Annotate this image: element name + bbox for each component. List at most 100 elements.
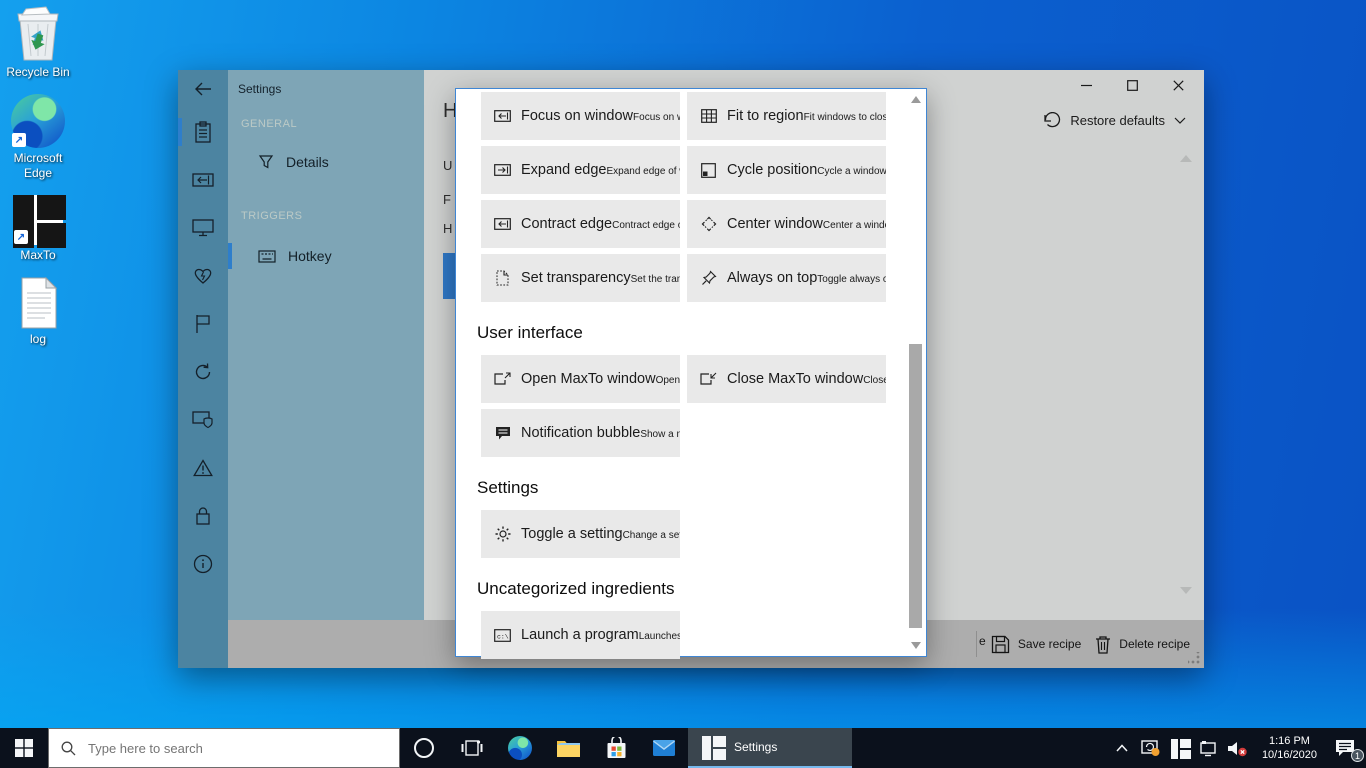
ingredient-close-maxto-window[interactable]: Close MaxTo windowClose a MaxTo window. — [687, 355, 886, 403]
ingredient-title: Center window — [727, 216, 823, 232]
hidden-icons-chevron[interactable] — [1111, 728, 1133, 768]
text-file-icon — [16, 277, 60, 329]
rail-item-health[interactable] — [178, 252, 228, 300]
open-window-icon — [494, 371, 511, 388]
action-center-button[interactable]: 1 — [1330, 728, 1360, 768]
flag-icon — [194, 314, 212, 334]
ingredient-title: Fit to region — [727, 108, 804, 124]
warning-icon — [193, 459, 213, 477]
volume-muted-icon[interactable] — [1227, 728, 1249, 768]
back-button[interactable] — [178, 70, 228, 108]
network-icon[interactable] — [1198, 728, 1220, 768]
scroll-down-arrow[interactable] — [911, 642, 921, 649]
maxto-tray-icon[interactable] — [1169, 728, 1191, 768]
ingredient-expand-edge[interactable]: Expand edgeExpand edge of window — [481, 146, 680, 194]
lock-icon — [195, 506, 211, 526]
svg-text:c:\: c:\ — [497, 633, 509, 640]
grid-icon — [700, 108, 717, 125]
taskbar-task-settings[interactable]: Settings — [688, 728, 852, 768]
ingredient-toggle-a-setting[interactable]: Toggle a settingChange a setting. — [481, 510, 680, 558]
ingredient-title: Cycle position — [727, 162, 817, 178]
search-icon — [61, 741, 76, 756]
ingredient-always-on-top[interactable]: Always on topToggle always on top for a … — [687, 254, 886, 302]
nav-item-hotkey[interactable]: Hotkey — [228, 236, 424, 276]
rail-item-updates[interactable] — [178, 348, 228, 396]
ingredient-focus-on-window[interactable]: Focus on windowFocus on window — [481, 92, 680, 140]
taskbar-search[interactable] — [48, 728, 400, 768]
dialog-scrollbar[interactable] — [908, 90, 925, 655]
ingredient-subtitle: Set the transparency of a window. — [631, 274, 680, 285]
rail-item-flags[interactable] — [178, 300, 228, 348]
shortcut-arrow-icon: ↗ — [12, 133, 26, 147]
desktop-icon-log[interactable]: log — [0, 277, 76, 347]
minimize-button[interactable] — [1063, 70, 1109, 100]
pin-icon — [700, 270, 717, 287]
start-button[interactable] — [0, 728, 48, 768]
desktop-icon-maxto[interactable]: ↗ MaxTo — [0, 195, 76, 263]
update-status-icon[interactable] — [1140, 728, 1162, 768]
system-tray: 1:16 PM 10/16/2020 1 — [1111, 728, 1366, 768]
shortcut-arrow-icon: ↗ — [14, 230, 28, 244]
edge-taskbar-button[interactable] — [496, 728, 544, 768]
delete-recipe-button[interactable]: Delete recipe — [1095, 635, 1190, 654]
selected-indicator — [228, 243, 232, 269]
mail-button[interactable] — [640, 728, 688, 768]
ingredient-contract-edge[interactable]: Contract edgeContract edge of window — [481, 200, 680, 248]
edge-icon — [508, 736, 532, 760]
nav-item-details[interactable]: Details — [228, 142, 424, 182]
statusbar-divider — [976, 631, 977, 657]
task-view-icon — [461, 739, 483, 757]
ingredient-subtitle: Open a MaxTo window. — [656, 375, 680, 386]
store-icon — [606, 737, 627, 759]
cortana-button[interactable] — [400, 728, 448, 768]
resize-grip[interactable] — [1188, 652, 1200, 664]
microsoft-store-button[interactable] — [592, 728, 640, 768]
ingredient-open-maxto-window[interactable]: Open MaxTo windowOpen a MaxTo window. — [481, 355, 680, 403]
scroll-up-arrow[interactable] — [911, 96, 921, 103]
scrollbar-thumb[interactable] — [909, 344, 922, 628]
file-explorer-button[interactable] — [544, 728, 592, 768]
rail-item-privacy[interactable] — [178, 396, 228, 444]
rail-item-monitors[interactable] — [178, 204, 228, 252]
ingredient-title: Expand edge — [521, 162, 606, 178]
maximize-button[interactable] — [1109, 70, 1155, 100]
desktop-icon-recycle-bin[interactable]: Recycle Bin — [0, 6, 76, 80]
mail-icon — [652, 739, 676, 757]
search-input[interactable] — [88, 741, 348, 756]
rail-item-windows[interactable] — [178, 156, 228, 204]
save-icon — [991, 635, 1010, 654]
restore-defaults-button[interactable]: Restore defaults — [1042, 112, 1186, 129]
desktop-icon-edge[interactable]: ↗ Microsoft Edge — [0, 94, 76, 181]
rail-item-recipes[interactable] — [178, 108, 228, 156]
ingredient-launch-a-program[interactable]: c:\ Launch a programLaunches a program — [481, 611, 680, 659]
ingredient-notification-bubble[interactable]: Notification bubbleShow a notification b… — [481, 409, 680, 457]
nav-panel-title: Settings — [238, 82, 281, 96]
nav-panel: Settings GENERAL Details TRIGGERS Hotkey — [228, 70, 424, 620]
ingredient-subtitle: Close a MaxTo window. — [863, 375, 886, 386]
task-label: Settings — [734, 740, 777, 754]
ingredient-cycle-position[interactable]: Cycle positionCycle a window through a g… — [687, 146, 886, 194]
ingredient-set-transparency[interactable]: Set transparencySet the transparency of … — [481, 254, 680, 302]
notification-bubble-icon — [494, 425, 511, 442]
rail-item-about[interactable] — [178, 540, 228, 588]
ingredient-fit-to-region[interactable]: Fit to regionFit windows to closest regi… — [687, 92, 886, 140]
rail-item-license[interactable] — [178, 492, 228, 540]
ingredient-center-window[interactable]: Center windowCenter a window — [687, 200, 886, 248]
task-view-button[interactable] — [448, 728, 496, 768]
focus-window-icon — [494, 108, 511, 125]
keyboard-icon — [258, 250, 276, 263]
save-recipe-button[interactable]: Save recipe — [991, 635, 1081, 654]
window-caption-buttons — [1063, 70, 1201, 100]
ingredient-title: Close MaxTo window — [727, 371, 863, 387]
section-header-user-interface: User interface — [477, 323, 886, 343]
scroll-down-arrow[interactable] — [1180, 587, 1192, 594]
ingredient-title: Notification bubble — [521, 425, 640, 441]
scroll-up-arrow[interactable] — [1180, 155, 1192, 162]
notification-badge: 1 — [1351, 749, 1364, 762]
rail-item-warnings[interactable] — [178, 444, 228, 492]
cycle-position-icon — [700, 162, 717, 179]
ingredient-title: Always on top — [727, 270, 817, 286]
close-button[interactable] — [1155, 70, 1201, 100]
desktop-icon-label: log — [30, 332, 46, 347]
taskbar-clock[interactable]: 1:16 PM 10/16/2020 — [1256, 734, 1323, 763]
